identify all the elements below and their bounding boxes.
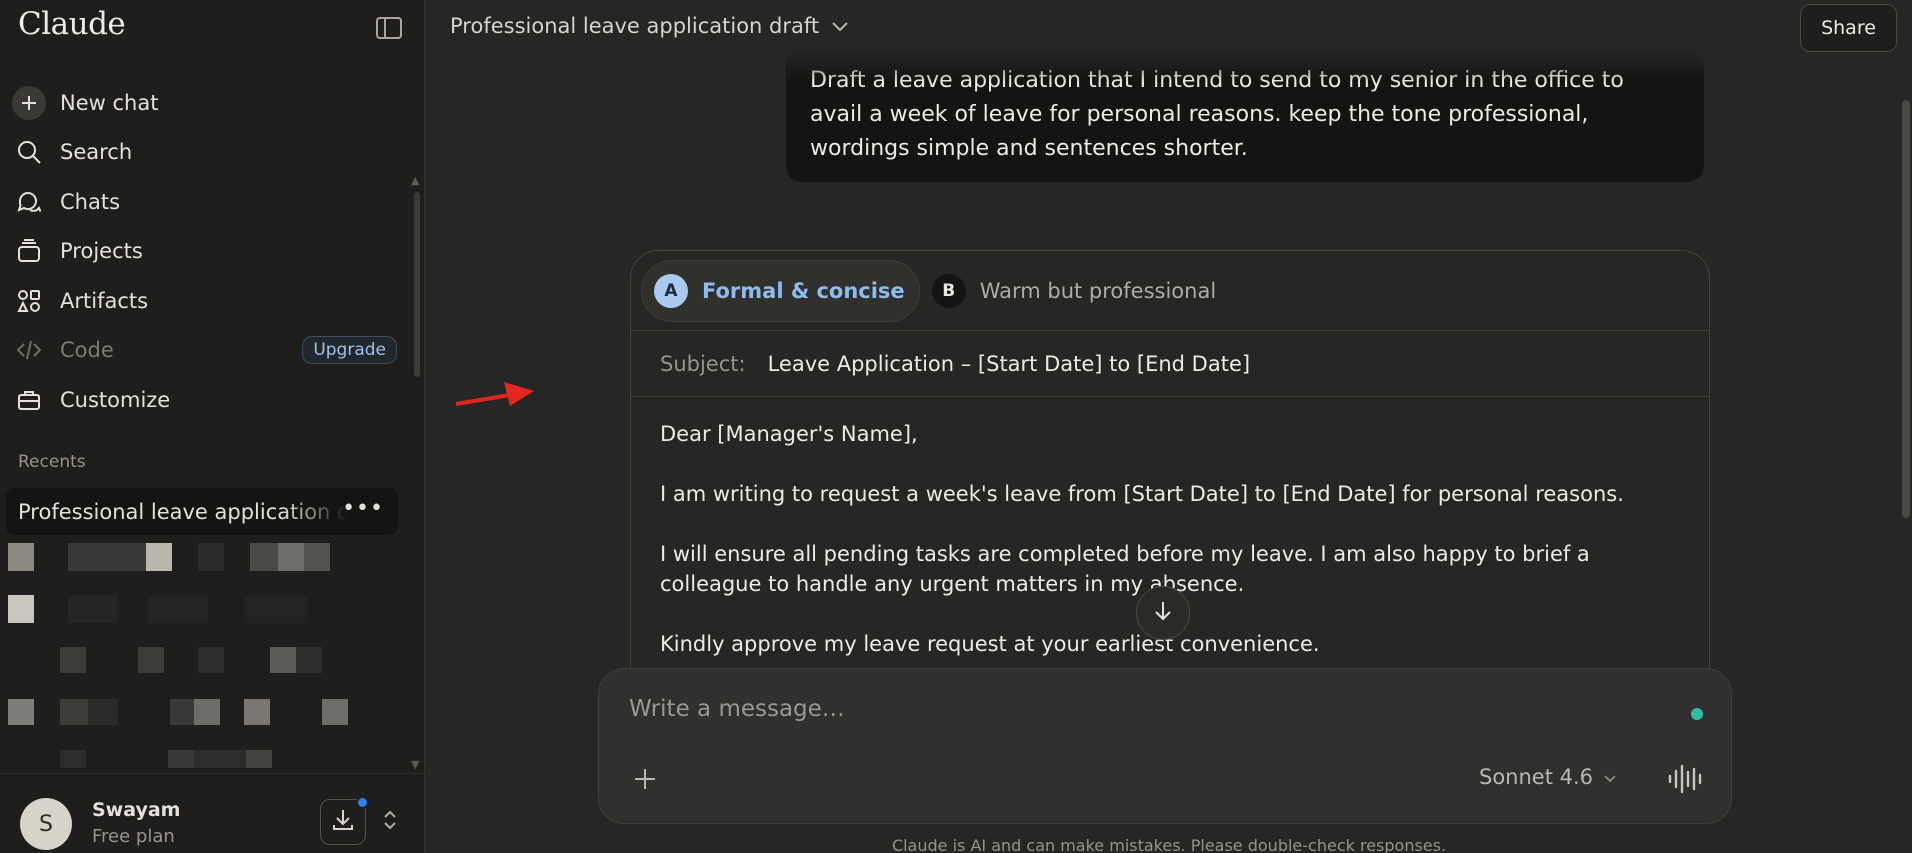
recent-chat-item-active[interactable]: Professional leave application draft ••• (6, 488, 398, 535)
plus-icon (12, 85, 46, 120)
user-message-bubble: Draft a leave application that I intend … (786, 50, 1704, 182)
user-plan: Free plan (92, 826, 175, 847)
tab-label-b: Warm but professional (979, 278, 1217, 303)
recent-chat-title: Professional leave application draft (18, 499, 348, 524)
scroll-up-arrow-icon[interactable]: ▲ (411, 174, 419, 187)
upgrade-badge[interactable]: Upgrade (302, 336, 397, 365)
model-selector[interactable]: Sonnet 4.6 (1479, 765, 1617, 789)
code-icon (12, 333, 46, 367)
main-panel: Professional leave application draft Sha… (426, 0, 1912, 853)
tab-option-a[interactable]: A Formal & concise (641, 259, 920, 322)
chevron-updown-icon[interactable] (382, 808, 398, 836)
download-icon (330, 807, 356, 837)
tab-option-b[interactable]: B Warm but professional (920, 260, 1230, 322)
sidebar-toggle-icon[interactable] (376, 17, 402, 39)
redacted-recent-item[interactable] (8, 699, 348, 725)
tab-label-a: Formal & concise (702, 278, 905, 303)
share-button[interactable]: Share (1800, 4, 1897, 52)
top-fade (786, 50, 1704, 82)
sidebar-item-customize[interactable]: Customize (12, 375, 397, 425)
message-input[interactable] (629, 689, 1629, 729)
chevron-down-icon (1603, 765, 1617, 789)
search-icon (12, 135, 46, 169)
user-profile-area[interactable]: S Swayam Free plan (0, 773, 425, 853)
nav-label-search: Search (60, 140, 133, 165)
chat-title: Professional leave application draft (450, 14, 820, 38)
main-scrollbar-thumb[interactable] (1902, 100, 1910, 518)
scroll-down-arrow-icon[interactable]: ▼ (411, 758, 419, 771)
letter-paragraph: I am writing to request a week's leave f… (660, 482, 1624, 506)
chats-icon (12, 185, 46, 219)
sidebar-item-code[interactable]: Code Upgrade (12, 326, 397, 376)
recents-heading: Recents (18, 452, 86, 472)
sidebar-item-projects[interactable]: Projects (12, 227, 397, 277)
app-logo[interactable]: Claude (18, 6, 126, 42)
sidebar-item-search[interactable]: Search (12, 128, 397, 178)
new-chat-button[interactable]: New chat (12, 78, 397, 128)
app-window: Claude New chat Search Chats Projects Ar… (0, 0, 1912, 853)
voice-input-button[interactable] (1667, 763, 1703, 795)
subject-row: Subject: Leave Application – [Start Date… (631, 331, 1709, 397)
nav-label-code: Code (60, 338, 114, 363)
response-tabs: A Formal & concise B Warm but profession… (631, 251, 1709, 331)
waveform-icon (1668, 764, 1702, 794)
user-name: Swayam (92, 799, 181, 821)
add-attachment-button[interactable] (629, 763, 661, 795)
more-options-icon[interactable]: ••• (342, 496, 384, 521)
model-name: Sonnet 4.6 (1479, 765, 1594, 789)
nav-label-projects: Projects (60, 239, 143, 264)
tab-badge-b: B (931, 273, 966, 308)
sidebar-item-artifacts[interactable]: Artifacts (12, 276, 397, 326)
redacted-recent-item[interactable] (8, 543, 348, 571)
message-composer: Sonnet 4.6 (598, 668, 1732, 824)
subject-value: Leave Application – [Start Date] to [End… (767, 351, 1251, 376)
download-app-button[interactable] (320, 796, 369, 845)
arrow-down-icon (1152, 599, 1174, 627)
sidebar: Claude New chat Search Chats Projects Ar… (0, 0, 425, 853)
avatar[interactable]: S (20, 798, 72, 850)
red-annotation-arrow-icon (455, 382, 534, 406)
letter-paragraph: Dear [Manager's Name], (660, 422, 918, 446)
scroll-to-bottom-button[interactable] (1136, 586, 1190, 640)
redacted-recent-item[interactable] (8, 647, 328, 673)
chat-title-dropdown[interactable]: Professional leave application draft (450, 14, 849, 38)
tab-badge-a: A (654, 273, 688, 308)
plus-icon (635, 769, 655, 789)
status-dot (1691, 708, 1703, 720)
notification-dot (356, 796, 369, 809)
redacted-recent-item[interactable] (8, 595, 388, 623)
chevron-down-icon (831, 14, 849, 38)
subject-label: Subject: (660, 351, 746, 376)
customize-icon (12, 383, 46, 417)
disclaimer-text: Claude is AI and can make mistakes. Plea… (891, 836, 1447, 853)
redacted-recent-item[interactable] (8, 750, 338, 768)
nav-label-artifacts: Artifacts (60, 288, 149, 313)
sidebar-scrollbar-thumb[interactable] (414, 192, 420, 377)
sidebar-item-chats[interactable]: Chats (12, 177, 397, 227)
projects-icon (12, 234, 46, 268)
nav-label-chats: Chats (60, 189, 121, 214)
nav-label-customize: Customize (60, 387, 171, 412)
nav-label-new-chat: New chat (60, 90, 159, 115)
sidebar-nav: New chat Search Chats Projects Artifacts… (12, 78, 397, 425)
artifacts-icon (12, 284, 46, 318)
